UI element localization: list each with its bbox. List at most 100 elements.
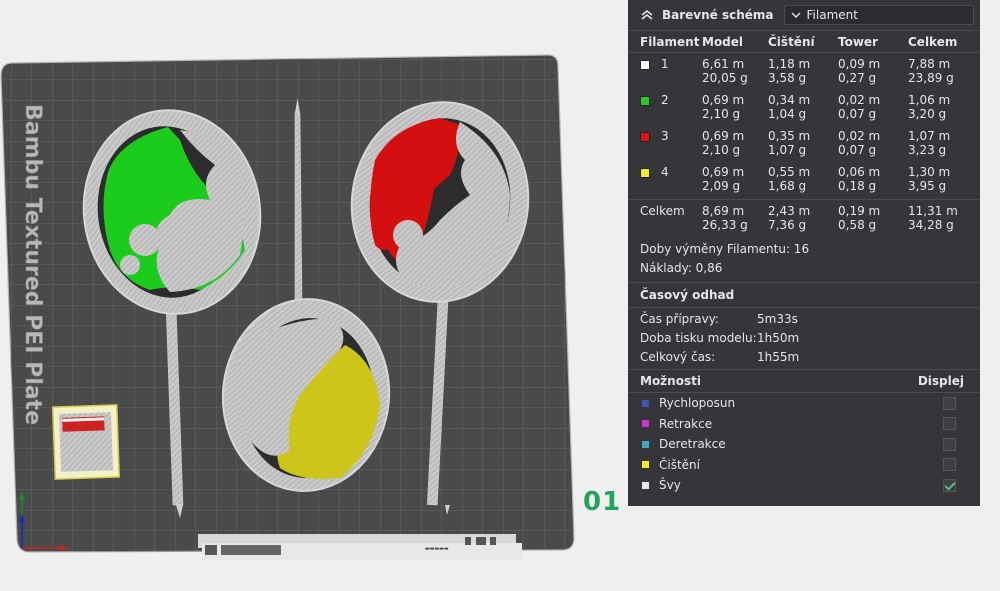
option-color-swatch <box>642 399 649 407</box>
option-color-swatch <box>642 461 649 469</box>
filament-changes: Doby výměny Filamentu: 16 <box>640 242 810 256</box>
total-length: 1,06 m <box>908 93 951 107</box>
tower-length: 0,02 m <box>838 93 881 107</box>
option-travel: Rychloposun <box>628 393 980 414</box>
filament-id: 2 <box>661 93 669 107</box>
total-weight: 34,28 g <box>908 218 954 232</box>
display-label: Displej <box>917 374 964 388</box>
options-header: Možnosti Displej <box>628 369 980 393</box>
purge-length: 0,55 m <box>768 165 811 179</box>
purge-weight: 1,04 g <box>768 107 807 121</box>
total-length: 7,88 m <box>908 57 951 71</box>
purge-length: 0,34 m <box>768 93 811 107</box>
display-checkbox[interactable] <box>943 458 956 472</box>
model-weight: 26,33 g <box>702 218 748 232</box>
display-checkbox[interactable] <box>943 478 956 492</box>
option-color-swatch <box>642 440 649 448</box>
col-tower: Tower <box>838 35 878 49</box>
option-label: Čištění <box>659 457 700 472</box>
option-label: Rychloposun <box>659 396 736 411</box>
time-estimates: Čas přípravy: 5m33s Doba tisku modelu: 1… <box>628 310 980 367</box>
purge-length: 0,35 m <box>768 129 811 143</box>
model-weight: 2,10 g <box>702 143 741 157</box>
collapse-icon[interactable] <box>640 8 654 22</box>
plate-label: Bambu Textured PEI Plate <box>20 104 45 425</box>
total-weight: 3,95 g <box>908 179 947 193</box>
color-scheme-dropdown[interactable]: Filament <box>783 5 974 25</box>
model-weight: 2,09 g <box>702 179 741 193</box>
filament-row: 4 0,69 m 2,09 g 0,55 m 1,68 g 0,06 m 0,18 g… <box>628 161 980 197</box>
tower-weight: 0,18 g <box>838 179 877 193</box>
model-time-label: Doba tisku modelu: <box>640 331 757 345</box>
option-label: Retrakce <box>659 416 713 431</box>
total-length: 1,07 m <box>908 129 951 143</box>
display-checkbox[interactable] <box>943 437 956 451</box>
filament-swatch <box>640 96 650 106</box>
filament-row: 3 0,69 m 2,10 g 0,35 m 1,07 g 0,02 m 0,07 g… <box>628 125 980 161</box>
tower-weight: 0,27 g <box>838 71 877 85</box>
display-checkbox[interactable] <box>943 417 956 431</box>
model-length: 0,69 m <box>702 165 745 179</box>
total-weight: 3,20 g <box>908 107 947 121</box>
option-deretraction: Deretrakce <box>628 434 980 455</box>
filament-row: 1 6,61 m 20,05 g 1,18 m 3,58 g 0,09 m 0,27 … <box>628 53 980 89</box>
tower-length: 0,19 m <box>838 204 881 218</box>
tower-weight: 0,58 g <box>838 218 877 232</box>
option-color-swatch <box>642 420 649 428</box>
svg-text:▬▬▬▬▬: ▬▬▬▬▬ <box>425 546 449 552</box>
totals-label: Celkem <box>640 204 685 218</box>
total-time-label: Celkový čas: <box>640 350 716 364</box>
display-checkbox[interactable] <box>943 396 956 410</box>
option-seams: Švy <box>628 475 980 496</box>
col-total: Celkem <box>908 35 958 49</box>
filament-swatch <box>640 132 650 142</box>
purge-length: 2,43 m <box>768 204 811 218</box>
tower-length: 0,02 m <box>838 129 881 143</box>
plate-number[interactable]: 01 <box>583 487 621 517</box>
total-length: 11,31 m <box>908 204 958 218</box>
tower-length: 0,06 m <box>838 165 881 179</box>
options-label: Možnosti <box>640 374 701 388</box>
cost: Náklady: 0,86 <box>640 261 723 275</box>
total-weight: 3,23 g <box>908 143 947 157</box>
filament-table-header: Filament Model Čištění Tower Celkem <box>628 32 980 53</box>
tower-length: 0,09 m <box>838 57 881 71</box>
tower-weight: 0,07 g <box>838 143 877 157</box>
model-weight: 20,05 g <box>702 71 748 85</box>
total-length: 1,30 m <box>908 165 951 179</box>
panel-header: Barevné schéma Filament <box>628 0 980 31</box>
model-time-value: 1h50m <box>757 331 800 345</box>
purge-weight: 1,68 g <box>768 179 807 193</box>
col-purge: Čištění <box>768 35 815 49</box>
total-time-value: 1h55m <box>757 350 800 364</box>
model-length: 0,69 m <box>702 93 745 107</box>
filament-swatch <box>640 60 650 70</box>
option-label: Deretrakce <box>659 437 726 452</box>
col-filament: Filament <box>640 35 700 49</box>
legend-panel: Barevné schéma Filament Filament Model Č… <box>628 0 980 506</box>
filament-swatch <box>640 168 650 178</box>
filament-id: 1 <box>661 57 669 71</box>
option-retraction: Retrakce <box>628 414 980 435</box>
filament-id: 3 <box>661 129 669 143</box>
total-weight: 23,89 g <box>908 71 954 85</box>
model-length: 0,69 m <box>702 129 745 143</box>
model-length: 8,69 m <box>702 204 745 218</box>
filament-row: 2 0,69 m 2,10 g 0,34 m 1,04 g 0,02 m 0,07 g… <box>628 89 980 125</box>
model-length: 6,61 m <box>702 57 745 71</box>
purge-weight: 3,58 g <box>768 71 807 85</box>
color-scheme-title: Barevné schéma <box>662 8 774 22</box>
filament-id: 4 <box>661 165 669 179</box>
prep-time-value: 5m33s <box>757 312 798 326</box>
option-label: Švy <box>659 478 681 493</box>
option-color-swatch <box>642 481 649 489</box>
prime-tower[interactable] <box>51 404 121 480</box>
chevron-down-icon <box>791 12 801 18</box>
purge-weight: 1,07 g <box>768 143 807 157</box>
col-model: Model <box>702 35 744 49</box>
tower-weight: 0,07 g <box>838 107 877 121</box>
prep-time-label: Čas přípravy: <box>640 312 719 326</box>
option-purge: Čištění <box>628 455 980 476</box>
totals-row: Celkem 8,69 m 26,33 g 2,43 m 7,36 g 0,19 m… <box>628 199 980 236</box>
purge-weight: 7,36 g <box>768 218 807 232</box>
